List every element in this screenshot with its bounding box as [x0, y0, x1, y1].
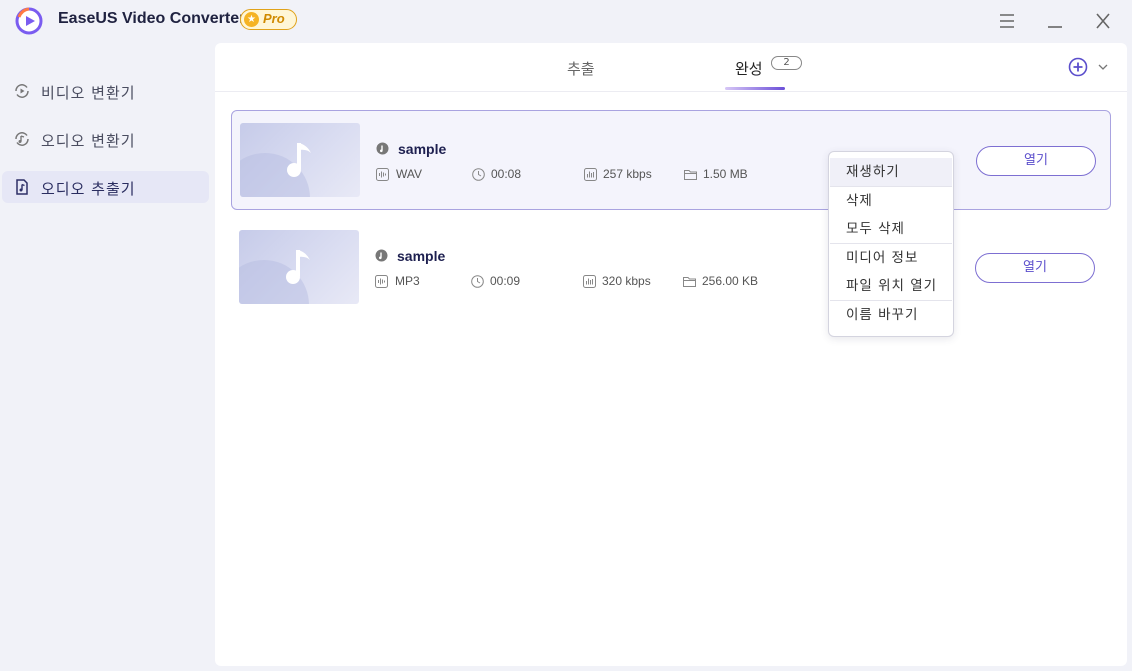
audio-extract-icon: [16, 179, 28, 195]
file-format: MP3: [395, 274, 420, 288]
audio-thumbnail: [240, 123, 360, 197]
tab-extract[interactable]: 추출: [567, 58, 595, 79]
file-row[interactable]: sample WAV 00:08 257 kbps 1.50 MB 열기: [231, 110, 1111, 210]
file-name: sample: [397, 248, 446, 264]
app-logo-icon: [15, 7, 43, 35]
menu-item-media-info[interactable]: 미디어 정보: [830, 244, 952, 272]
waveform-icon: [375, 275, 388, 288]
menu-item-play[interactable]: 재생하기: [830, 158, 952, 186]
close-icon[interactable]: [1091, 9, 1115, 33]
open-button[interactable]: 열기: [976, 146, 1096, 176]
bitrate-icon: [583, 275, 596, 288]
add-file-icon[interactable]: [1068, 57, 1088, 77]
menu-item-delete-all[interactable]: 모두 삭제: [830, 215, 952, 243]
file-name: sample: [398, 141, 447, 157]
sidebar-item-video-converter[interactable]: 비디오 변환기: [2, 75, 209, 107]
pro-badge[interactable]: ★ Pro: [240, 9, 297, 30]
app-title: EaseUS Video Converter: [58, 10, 246, 27]
tab-done-count-badge: 2: [771, 56, 802, 70]
tab-bar: 추출 완성 2: [215, 43, 1127, 92]
context-menu: 재생하기 삭제 모두 삭제 미디어 정보 파일 위치 열기 이름 바꾸기: [828, 151, 954, 337]
file-format: WAV: [396, 167, 422, 181]
audio-file-icon: [376, 142, 389, 155]
file-size: 1.50 MB: [703, 167, 748, 181]
audio-thumbnail: [239, 230, 359, 304]
open-button[interactable]: 열기: [975, 253, 1095, 283]
audio-convert-icon: [15, 132, 29, 146]
clock-icon: [472, 168, 485, 181]
title-bar: EaseUS Video Converter ★ Pro: [0, 0, 1132, 42]
file-size: 256.00 KB: [702, 274, 759, 288]
file-row[interactable]: sample MP3 00:09 320 kbps 256.00 KB 열기: [231, 218, 1111, 318]
waveform-icon: [376, 168, 389, 181]
sidebar-item-audio-converter[interactable]: 오디오 변환기: [2, 123, 209, 155]
video-convert-icon: [15, 84, 29, 98]
chevron-down-icon[interactable]: [1097, 61, 1109, 73]
sidebar-item-label: 오디오 추출기: [41, 180, 136, 198]
star-icon: ★: [244, 12, 259, 27]
file-duration: 00:08: [491, 167, 522, 181]
file-bitrate: 257 kbps: [603, 167, 652, 181]
bitrate-icon: [584, 168, 597, 181]
sidebar-item-label: 오디오 변환기: [41, 132, 136, 150]
tab-done[interactable]: 완성: [735, 58, 763, 79]
file-bitrate: 320 kbps: [602, 274, 651, 288]
menu-item-rename[interactable]: 이름 바꾸기: [830, 301, 952, 329]
file-duration: 00:09: [490, 274, 521, 288]
minimize-icon[interactable]: [1043, 9, 1067, 33]
app-window: EaseUS Video Converter ★ Pro 비디오 변환기 오디오…: [0, 0, 1132, 671]
audio-file-icon: [375, 249, 388, 262]
music-note-icon: [286, 250, 310, 284]
main-panel: 추출 완성 2 sample WAV 00:08 257 kbps 1.50 M…: [215, 43, 1127, 666]
folder-icon: [683, 277, 696, 287]
active-tab-indicator: [725, 87, 785, 90]
menu-item-open-file-location[interactable]: 파일 위치 열기: [830, 272, 952, 300]
sidebar-item-audio-extractor[interactable]: 오디오 추출기: [2, 171, 209, 203]
music-note-icon: [287, 143, 311, 177]
folder-icon: [684, 170, 697, 180]
clock-icon: [471, 275, 484, 288]
menu-item-delete[interactable]: 삭제: [830, 187, 952, 215]
pro-badge-label: Pro: [263, 11, 285, 26]
menu-icon[interactable]: [995, 9, 1019, 33]
sidebar-item-label: 비디오 변환기: [41, 84, 136, 102]
